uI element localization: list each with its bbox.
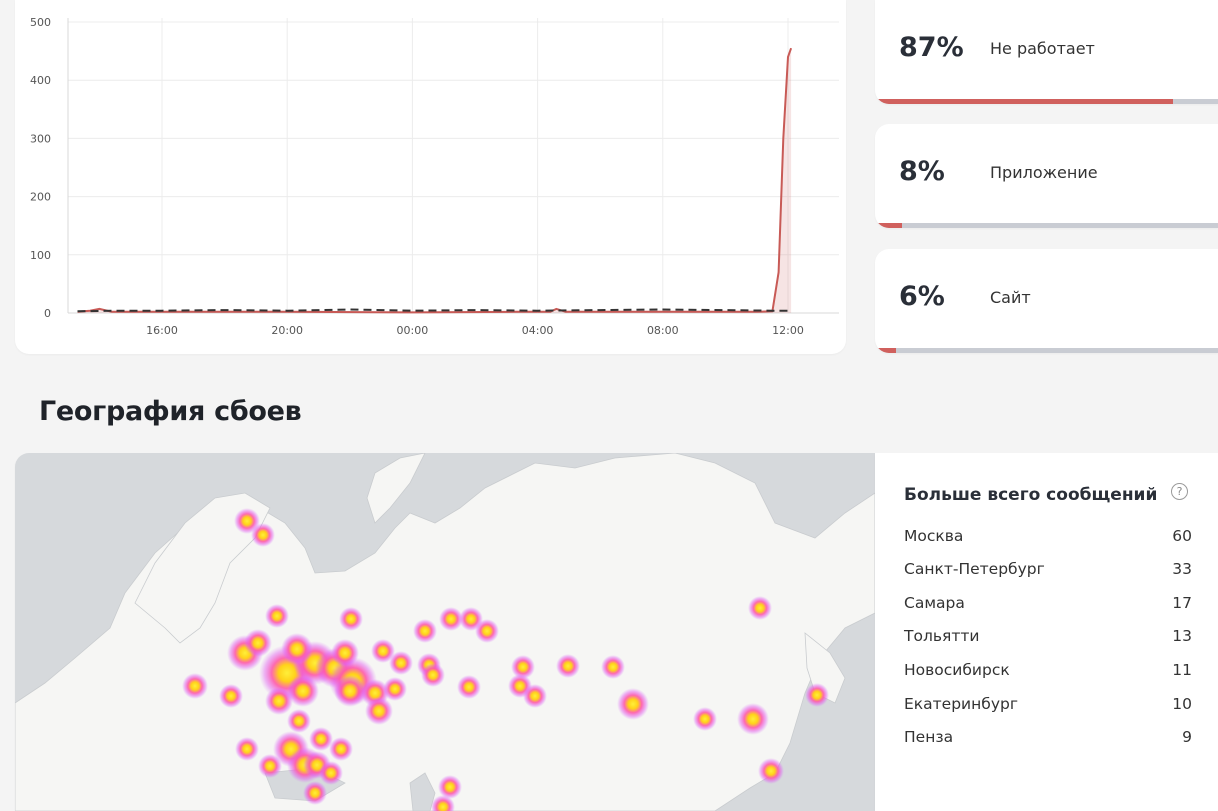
heat-hotspot [219, 684, 243, 708]
heat-hotspot [805, 683, 829, 707]
city-name: Пенза [904, 728, 954, 746]
city-row[interactable]: Самара 17 [904, 594, 1192, 616]
heat-hotspot [303, 781, 327, 805]
stat-bar-fill [875, 223, 903, 228]
heat-hotspot [737, 703, 769, 735]
city-name: Новосибирск [904, 661, 1010, 679]
heat-hotspot [365, 697, 393, 725]
stat-percent: 6% [899, 281, 945, 312]
stat-bar [875, 99, 1218, 104]
heat-hotspot [523, 684, 547, 708]
land-eurasia [15, 453, 875, 811]
heat-hotspot [421, 663, 445, 687]
heat-hotspot [251, 523, 275, 547]
city-count: 33 [1172, 560, 1192, 578]
city-row[interactable]: Москва 60 [904, 527, 1192, 549]
heat-hotspot [339, 607, 363, 631]
y-tick-label: 400 [30, 74, 51, 87]
heat-hotspot [182, 673, 208, 699]
stat-card-app[interactable]: 8% Приложение [875, 124, 1218, 228]
y-tick-label: 200 [30, 191, 51, 204]
stat-bar [875, 223, 1218, 228]
city-row[interactable]: Новосибирск 11 [904, 661, 1192, 683]
stat-label: Не работает [990, 39, 1095, 58]
heat-hotspot [758, 758, 784, 784]
city-count: 60 [1172, 527, 1192, 545]
stat-card-not-working[interactable]: 87% Не работает [875, 0, 1218, 104]
heat-hotspot [556, 654, 580, 678]
city-name: Самара [904, 594, 965, 612]
stat-percent: 8% [899, 156, 945, 187]
x-tick-label: 12:00 [772, 324, 804, 337]
city-count: 13 [1172, 627, 1192, 645]
y-tick-label: 500 [30, 16, 51, 29]
heat-hotspot [331, 639, 359, 667]
city-name: Москва [904, 527, 964, 545]
stat-bar-fill [875, 348, 896, 353]
stat-bar-fill [875, 99, 1174, 104]
land-novaya-zemlya [366, 453, 426, 524]
panel-title: Больше всего сообщений [904, 485, 1158, 505]
x-tick-label: 04:00 [522, 324, 554, 337]
city-row[interactable]: Санкт-Петербург 33 [904, 560, 1192, 582]
heat-hotspot [281, 633, 313, 665]
heat-hotspot [235, 737, 259, 761]
city-count: 11 [1172, 661, 1192, 679]
city-count: 17 [1172, 594, 1192, 612]
heat-hotspot [309, 727, 333, 751]
map-canvas[interactable] [15, 453, 875, 811]
stat-card-site[interactable]: 6% Сайт [875, 249, 1218, 353]
y-tick-label: 300 [30, 132, 51, 145]
heat-hotspot [265, 687, 293, 715]
heat-hotspot [265, 604, 289, 628]
stat-label: Сайт [990, 288, 1031, 307]
x-tick-label: 00:00 [397, 324, 429, 337]
heat-hotspot [457, 675, 481, 699]
x-tick-label: 16:00 [146, 324, 178, 337]
stat-label: Приложение [990, 163, 1098, 182]
heat-hotspot [693, 707, 717, 731]
heat-hotspot [319, 761, 343, 785]
city-name: Санкт-Петербург [904, 560, 1045, 578]
stat-percent: 87% [899, 32, 964, 63]
city-row[interactable]: Екатеринбург 10 [904, 695, 1192, 717]
y-tick-label: 100 [30, 249, 51, 262]
heat-hotspot [748, 596, 772, 620]
top-cities-panel: Больше всего сообщений ? Москва 60 Санкт… [875, 453, 1218, 811]
city-count: 9 [1182, 728, 1192, 746]
city-row[interactable]: Тольятти 13 [904, 627, 1192, 649]
help-icon[interactable]: ? [1171, 483, 1188, 500]
heat-hotspot [475, 619, 499, 643]
heat-hotspot [617, 688, 649, 720]
series-area [77, 48, 792, 313]
heat-hotspot [601, 655, 625, 679]
heat-hotspot [287, 709, 311, 733]
outage-heat-map[interactable] [15, 453, 875, 811]
city-name: Екатеринбург [904, 695, 1018, 713]
city-row[interactable]: Пенза 9 [904, 728, 1192, 750]
heat-hotspot [413, 619, 437, 643]
city-count: 10 [1172, 695, 1192, 713]
outage-chart: 0 100 200 300 400 500 16:00 20:00 00:00 04:00 08:0… [30, 16, 839, 337]
heat-hotspot [371, 639, 395, 663]
heat-hotspot [258, 754, 282, 778]
x-tick-label: 08:00 [647, 324, 679, 337]
y-tick-label: 0 [44, 307, 51, 320]
x-tick-label: 20:00 [271, 324, 303, 337]
heat-hotspot [383, 677, 407, 701]
section-title: География сбоев [39, 396, 302, 427]
city-name: Тольятти [904, 627, 980, 645]
series-line-reports [77, 47, 793, 314]
outage-chart-card: 0 100 200 300 400 500 16:00 20:00 00:00 04:00 08:0… [15, 0, 846, 354]
stat-bar [875, 348, 1218, 353]
